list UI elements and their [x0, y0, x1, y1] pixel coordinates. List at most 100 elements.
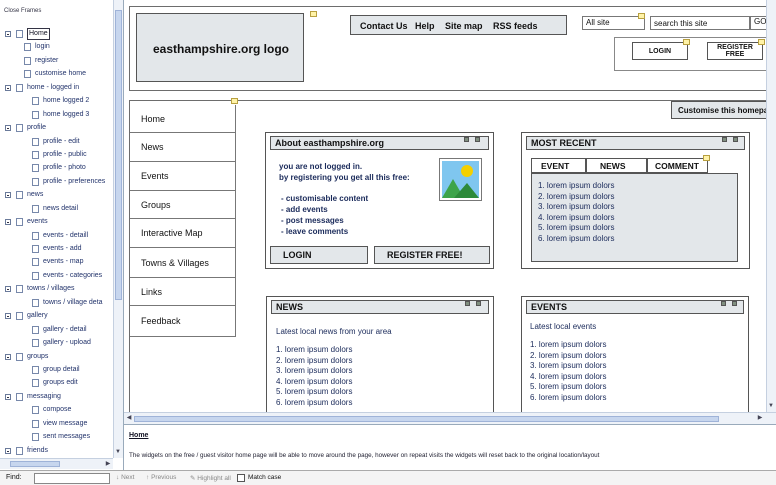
list-item[interactable]: 6. lorem ipsum dolors: [276, 398, 352, 409]
tree-item[interactable]: customise home: [0, 67, 114, 80]
nav-item[interactable]: News: [130, 133, 236, 162]
list-item[interactable]: 1. lorem ipsum dolors: [530, 340, 606, 351]
news-widget-title[interactable]: NEWS: [271, 300, 489, 314]
tab-news[interactable]: NEWS: [586, 158, 647, 173]
tree-item[interactable]: group detail: [0, 363, 114, 376]
about-login-button[interactable]: LOGIN: [270, 246, 368, 264]
scroll-thumb[interactable]: [115, 10, 122, 300]
list-item[interactable]: 5. lorem ipsum dolors: [530, 382, 606, 393]
tree-item[interactable]: home logged 3: [0, 108, 114, 121]
tree-item[interactable]: login: [0, 40, 114, 53]
scroll-thumb[interactable]: [10, 461, 60, 467]
close-icon[interactable]: [732, 301, 737, 306]
highlight-all-button[interactable]: ✎ Highlight all: [190, 474, 231, 482]
tree-item[interactable]: gallery - detail: [0, 323, 114, 336]
collapse-toggle-icon[interactable]: [5, 84, 11, 91]
collapse-toggle-icon[interactable]: [5, 313, 11, 320]
about-register-button[interactable]: REGISTER FREE!: [374, 246, 490, 264]
collapse-toggle-icon[interactable]: [5, 219, 11, 226]
collapse-toggle-icon[interactable]: [5, 393, 11, 400]
list-item[interactable]: 4. lorem ipsum dolors: [538, 213, 614, 224]
list-item[interactable]: 6. lorem ipsum dolors: [530, 393, 606, 404]
tree-item[interactable]: groups edit: [0, 376, 114, 389]
tree-item[interactable]: profile: [0, 121, 114, 134]
find-previous-button[interactable]: ↑ Previous: [146, 474, 176, 481]
tree-item[interactable]: profile - edit: [0, 135, 114, 148]
tree-item[interactable]: events - categories: [0, 269, 114, 282]
tree-item[interactable]: events - add: [0, 242, 114, 255]
main-horizontal-scrollbar[interactable]: ◀ ▶: [124, 412, 776, 424]
header-login-button[interactable]: LOGIN: [632, 42, 688, 60]
tree-item[interactable]: gallery - upload: [0, 336, 114, 349]
tree-item[interactable]: messaging: [0, 390, 114, 403]
about-widget-title[interactable]: About easthampshire.org: [270, 136, 489, 150]
collapse-toggle-icon[interactable]: [5, 353, 11, 360]
tree-item[interactable]: towns / village deta: [0, 296, 114, 309]
nav-item[interactable]: Interactive Map: [130, 219, 236, 248]
nav-item[interactable]: Groups: [130, 191, 236, 219]
close-icon[interactable]: [475, 137, 480, 142]
tree-item[interactable]: profile - preferences: [0, 175, 114, 188]
list-item[interactable]: 1. lorem ipsum dolors: [538, 181, 614, 192]
tree-item[interactable]: gallery: [0, 309, 114, 322]
events-widget-title[interactable]: EVENTS: [526, 300, 744, 314]
list-item[interactable]: 2. lorem ipsum dolors: [538, 192, 614, 203]
tree-item[interactable]: news: [0, 188, 114, 201]
nav-item[interactable]: Feedback: [130, 306, 236, 337]
close-icon[interactable]: [733, 137, 738, 142]
list-item[interactable]: 5. lorem ipsum dolors: [276, 387, 352, 398]
list-item[interactable]: 1. lorem ipsum dolors: [276, 345, 352, 356]
list-item[interactable]: 3. lorem ipsum dolors: [530, 361, 606, 372]
tree-vertical-scrollbar[interactable]: ▼: [113, 0, 123, 458]
tree-item[interactable]: sent messages: [0, 430, 114, 443]
tree-item[interactable]: compose: [0, 403, 114, 416]
collapse-toggle-icon[interactable]: [5, 286, 11, 293]
collapse-toggle-icon[interactable]: [5, 125, 11, 132]
logo-placeholder[interactable]: easthampshire.org logo: [136, 13, 304, 82]
tree-item[interactable]: Home: [0, 27, 114, 40]
collapse-toggle-icon[interactable]: [5, 447, 11, 454]
tree-item[interactable]: profile - photo: [0, 161, 114, 174]
find-next-button[interactable]: ↓ Next: [116, 474, 134, 481]
tree-item[interactable]: friends: [0, 444, 114, 457]
tree-item[interactable]: groups: [0, 350, 114, 363]
close-frames-link[interactable]: Close Frames: [4, 8, 41, 14]
rss-feeds-link[interactable]: RSS feeds: [493, 21, 538, 31]
tree-horizontal-scrollbar[interactable]: ▶: [0, 458, 113, 469]
list-item[interactable]: 3. lorem ipsum dolors: [538, 202, 614, 213]
find-input[interactable]: [34, 473, 110, 484]
tree-item[interactable]: profile - public: [0, 148, 114, 161]
list-item[interactable]: 3. lorem ipsum dolors: [276, 366, 352, 377]
tree-item[interactable]: register: [0, 54, 114, 67]
list-item[interactable]: 2. lorem ipsum dolors: [276, 356, 352, 367]
most-recent-widget-title[interactable]: MOST RECENT: [526, 136, 745, 150]
contact-us-link[interactable]: Contact Us: [360, 21, 408, 31]
list-item[interactable]: 4. lorem ipsum dolors: [276, 377, 352, 388]
scroll-right-arrow-icon[interactable]: ▶: [756, 414, 764, 422]
tree-item[interactable]: events - detaill: [0, 229, 114, 242]
scroll-down-arrow-icon[interactable]: ▼: [767, 402, 775, 410]
list-item[interactable]: 2. lorem ipsum dolors: [530, 351, 606, 362]
match-case-checkbox[interactable]: [237, 474, 245, 482]
nav-item[interactable]: Events: [130, 162, 236, 191]
search-input[interactable]: [650, 16, 750, 30]
main-vertical-scrollbar[interactable]: ▼: [766, 0, 776, 412]
site-scope-select[interactable]: All site: [582, 16, 645, 30]
scroll-thumb[interactable]: [134, 416, 719, 422]
header-register-button[interactable]: REGISTER FREE: [707, 42, 763, 60]
close-icon[interactable]: [476, 301, 481, 306]
help-link[interactable]: Help: [415, 21, 435, 31]
collapse-toggle-icon[interactable]: [5, 31, 11, 37]
minimize-icon[interactable]: [722, 137, 727, 142]
nav-item[interactable]: Towns & Villages: [130, 248, 236, 278]
list-item[interactable]: 4. lorem ipsum dolors: [530, 372, 606, 383]
tree-item[interactable]: towns / villages: [0, 282, 114, 295]
tab-event[interactable]: EVENT: [531, 158, 586, 173]
tab-comment[interactable]: COMMENT: [647, 158, 708, 173]
nav-item[interactable]: Links: [130, 278, 236, 306]
tree-item[interactable]: view message: [0, 417, 114, 430]
list-item[interactable]: 5. lorem ipsum dolors: [538, 223, 614, 234]
scroll-right-arrow-icon[interactable]: ▶: [104, 460, 112, 468]
tree-item[interactable]: home - logged in: [0, 81, 114, 94]
nav-item[interactable]: Home: [130, 105, 236, 133]
